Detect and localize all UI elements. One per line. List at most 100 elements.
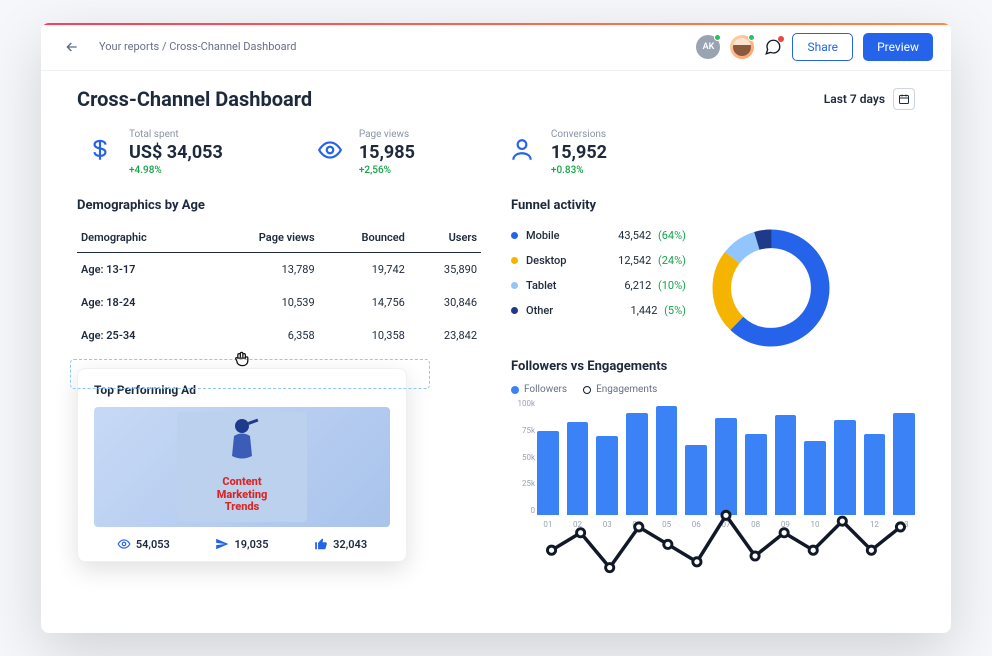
table-row: Age: 13-1713,78919,74235,890 <box>77 253 481 287</box>
person-illustration <box>222 416 262 466</box>
chart-bar: 06 <box>685 445 707 515</box>
preview-button[interactable]: Preview <box>863 33 933 61</box>
top-ad-card[interactable]: Top Performing Ad ContentMarketingTrends… <box>77 368 407 562</box>
table-cell: 10,539 <box>206 286 318 319</box>
legend-bullet <box>511 307 518 314</box>
send-icon <box>215 537 229 551</box>
x-tick: 07 <box>721 520 730 529</box>
legend-item: Engagements <box>583 384 657 395</box>
chart-bar: 08 <box>745 434 767 515</box>
app-window: Your reports / Cross-Channel Dashboard A… <box>41 23 951 633</box>
grab-cursor-icon <box>232 349 252 373</box>
y-tick: 100k <box>511 399 535 408</box>
avatar-user-2[interactable] <box>730 35 754 59</box>
funnel-item-name: Other <box>526 304 584 317</box>
arrow-left-icon <box>64 39 80 55</box>
x-tick: 09 <box>781 520 790 529</box>
funnel-legend-item: Mobile 43,542 (64%) <box>511 223 686 248</box>
ad-creative: ContentMarketingTrends <box>94 407 390 527</box>
y-axis: 100k75k50k25k0 <box>511 399 535 515</box>
avatar-user-ak[interactable]: AK <box>696 35 720 59</box>
chart-legend: Followers Engagements <box>511 384 915 395</box>
table-header[interactable]: Page views <box>206 223 318 253</box>
table-row: Age: 25-346,35810,35823,842 <box>77 319 481 352</box>
top-ad-title: Top Performing Ad <box>94 383 390 397</box>
ad-stat-value: 19,035 <box>234 538 268 551</box>
metric-label: Total spent <box>129 129 223 140</box>
y-tick: 25k <box>511 479 535 488</box>
table-cell: 10,358 <box>319 319 409 352</box>
x-tick: 03 <box>603 520 612 529</box>
presence-dot <box>748 34 755 41</box>
funnel-item-name: Desktop <box>526 254 584 267</box>
metric-delta: +0.83% <box>551 165 607 176</box>
legend-label: Followers <box>524 384 567 395</box>
table-header[interactable]: Bounced <box>319 223 409 253</box>
funnel-item-name: Tablet <box>526 279 584 292</box>
ad-stat: 54,053 <box>117 537 170 551</box>
metric-value: US$ 34,053 <box>129 142 223 163</box>
chart-bar: 03 <box>596 436 618 515</box>
chart-bar: 07 <box>715 418 737 515</box>
table-cell: 13,789 <box>206 253 318 287</box>
metric-card: Conversions 15,952 +0.83% <box>505 129 607 176</box>
legend-label: Engagements <box>596 384 657 395</box>
person-icon <box>505 133 539 167</box>
chart-bar: 10 <box>804 441 826 515</box>
date-range-label: Last 7 days <box>824 92 885 106</box>
chart-bar: 13 <box>893 413 915 515</box>
table-row: Age: 18-2410,53914,75630,846 <box>77 286 481 319</box>
funnel-item-name: Mobile <box>526 229 584 242</box>
x-tick: 05 <box>662 520 671 529</box>
legend-swatch <box>583 386 591 394</box>
table-cell: 6,358 <box>206 319 318 352</box>
eye-icon <box>117 537 131 551</box>
funnel-title: Funnel activity <box>511 198 915 213</box>
funnel-item-value: 12,542 (24%) <box>618 254 686 267</box>
chart-bar: 11 <box>834 420 856 515</box>
chart-bar: 02 <box>567 422 589 515</box>
notification-dot <box>778 36 784 42</box>
legend-bullet <box>511 232 518 239</box>
chart-bar: 12 <box>864 434 886 515</box>
y-tick: 50k <box>511 453 535 462</box>
table-cell: Age: 13-17 <box>77 253 206 287</box>
legend-swatch <box>511 386 519 394</box>
presence-dot <box>714 34 721 41</box>
date-range-picker[interactable]: Last 7 days <box>824 88 915 110</box>
ad-stats-row: 54,053 19,035 32,043 <box>94 537 390 551</box>
x-tick: 11 <box>840 520 849 529</box>
table-cell: 30,846 <box>409 286 481 319</box>
back-button[interactable] <box>59 34 85 60</box>
table-cell: 19,742 <box>319 253 409 287</box>
ad-stat-value: 54,053 <box>136 538 170 551</box>
ad-stat: 19,035 <box>215 537 268 551</box>
chart-bar: 05 <box>656 406 678 515</box>
followers-bar-chart: 100k75k50k25k0 0102030405060708091011121… <box>511 399 915 529</box>
metric-value: 15,985 <box>359 142 415 163</box>
thumb-icon <box>314 537 328 551</box>
x-tick: 04 <box>632 520 641 529</box>
eye-icon <box>313 133 347 167</box>
metric-card: Total spent US$ 34,053 +4.98% <box>83 129 223 176</box>
legend-item: Followers <box>511 384 567 395</box>
funnel-legend-item: Desktop 12,542 (24%) <box>511 248 686 273</box>
followers-chart-title: Followers vs Engagements <box>511 359 915 374</box>
metric-label: Page views <box>359 129 415 140</box>
x-tick: 10 <box>811 520 820 529</box>
ad-stat-value: 32,043 <box>333 538 367 551</box>
table-header[interactable]: Users <box>409 223 481 253</box>
y-tick: 75k <box>511 426 535 435</box>
dollar-icon <box>83 133 117 167</box>
table-cell: 35,890 <box>409 253 481 287</box>
metric-card: Page views 15,985 +2,56% <box>313 129 415 176</box>
funnel-item-value: 6,212 (10%) <box>624 279 686 292</box>
x-tick: 06 <box>692 520 701 529</box>
x-tick: 02 <box>573 520 582 529</box>
comments-button[interactable] <box>764 38 782 56</box>
funnel-item-value: 1,442 (5%) <box>631 304 686 317</box>
share-button[interactable]: Share <box>792 33 853 61</box>
metric-delta: +4.98% <box>129 165 223 176</box>
table-header[interactable]: Demographic <box>77 223 206 253</box>
breadcrumb[interactable]: Your reports / Cross-Channel Dashboard <box>99 40 296 53</box>
